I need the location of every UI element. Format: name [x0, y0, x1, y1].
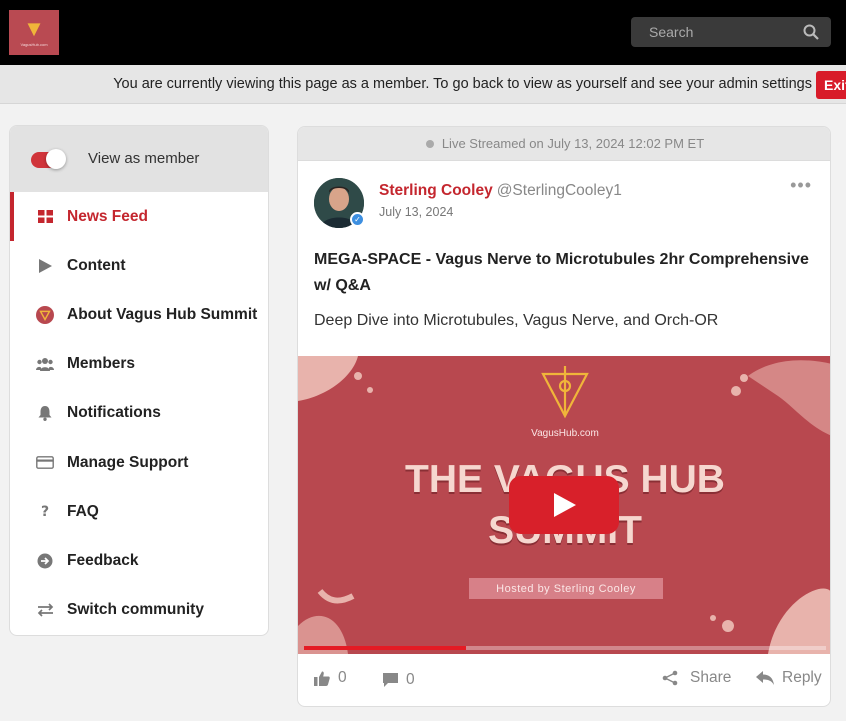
live-dot-icon — [425, 139, 434, 148]
more-options-icon[interactable]: ••• — [790, 175, 812, 196]
verified-badge-icon: ✓ — [350, 212, 365, 227]
view-as-member-panel: View as member — [10, 126, 268, 192]
sidebar-item-faq[interactable]: ? FAQ — [10, 487, 268, 536]
thumbs-up-icon — [314, 671, 330, 686]
post-date: July 13, 2024 — [379, 205, 454, 219]
post-card: Live Streamed on July 13, 2024 12:02 PM … — [297, 126, 831, 707]
grid-icon — [36, 208, 54, 226]
video-brand-text: VagusHub.com — [531, 428, 599, 439]
share-button[interactable]: Share — [662, 669, 731, 687]
play-button[interactable] — [509, 476, 619, 534]
reply-button[interactable]: Reply — [756, 669, 822, 687]
post-title: MEGA-SPACE - Vagus Nerve to Microtubules… — [314, 251, 809, 294]
sidebar-item-news-feed[interactable]: News Feed — [10, 192, 268, 242]
sidebar-item-label: Switch community — [67, 601, 204, 619]
sidebar-nav: News Feed Content About Vagus Hub Summit… — [10, 192, 268, 635]
comment-icon — [383, 672, 398, 687]
share-label: Share — [690, 669, 732, 686]
like-button[interactable]: 0 — [314, 669, 347, 687]
top-bar: ▼ VagusHub.com — [0, 0, 846, 65]
sidebar-item-notifications[interactable]: Notifications — [10, 389, 268, 438]
sidebar-item-label: Manage Support — [67, 453, 189, 471]
sidebar-item-label: News Feed — [67, 207, 148, 225]
sidebar-item-label: FAQ — [67, 502, 99, 520]
post-description: Deep Dive into Microtubules, Vagus Nerve… — [314, 312, 719, 329]
comment-count: 0 — [406, 671, 415, 688]
view-as-member-banner: You are currently viewing this page as a… — [0, 65, 846, 104]
comment-button[interactable]: 0 — [383, 671, 415, 689]
sidebar-item-manage-support[interactable]: Manage Support — [10, 438, 268, 487]
sidebar-item-label: Feedback — [67, 551, 139, 569]
sidebar-item-switch-community[interactable]: Switch community — [10, 586, 268, 635]
arrow-circle-icon — [36, 552, 54, 570]
sidebar-item-label: Members — [67, 355, 136, 373]
view-as-member-toggle[interactable] — [31, 149, 66, 169]
play-icon — [36, 257, 54, 275]
people-icon — [36, 355, 54, 373]
reply-arrow-icon — [756, 671, 774, 685]
sidebar-item-label: Notifications — [67, 404, 161, 422]
video-hosted-by: Hosted by Sterling Cooley — [469, 578, 663, 599]
author-name[interactable]: Sterling Cooley — [379, 182, 493, 199]
live-stream-label: Live Streamed on July 13, 2024 12:02 PM … — [441, 136, 705, 151]
video-progress-bar[interactable] — [304, 646, 826, 650]
exit-button[interactable]: Exit — [816, 71, 846, 99]
post-actions: 0 0 Share Reply — [298, 654, 830, 706]
banner-message: You are currently viewing this page as a… — [113, 76, 812, 92]
sidebar: View as member News Feed Content About V… — [9, 125, 269, 636]
sidebar-item-content[interactable]: Content — [10, 241, 268, 290]
reply-label: Reply — [782, 669, 822, 686]
sidebar-item-feedback[interactable]: Feedback — [10, 536, 268, 585]
logo-text: VagusHub.com — [20, 42, 48, 47]
swap-icon — [36, 601, 54, 619]
sidebar-item-label: Content — [67, 256, 126, 274]
video-player[interactable]: VagusHub.com THE VAGUS HUB SUMMIT Hosted… — [298, 356, 830, 654]
sidebar-item-members[interactable]: Members — [10, 340, 268, 389]
author-handle: @SterlingCooley1 — [496, 182, 622, 199]
search-input[interactable] — [631, 17, 801, 47]
sidebar-item-about[interactable]: About Vagus Hub Summit — [10, 290, 268, 339]
post-author: Sterling Cooley @SterlingCooley1 — [379, 182, 622, 200]
community-logo-icon — [36, 305, 54, 324]
vagus-logo-icon: ▼ — [23, 16, 45, 41]
question-icon: ? — [40, 503, 50, 520]
sidebar-item-label: About Vagus Hub Summit — [67, 305, 258, 323]
search-icon[interactable] — [803, 24, 819, 40]
community-logo[interactable]: ▼ VagusHub.com — [9, 10, 59, 55]
credit-card-icon — [36, 454, 54, 472]
bell-icon — [36, 404, 54, 422]
video-progress-fill — [304, 646, 466, 650]
view-as-member-label: View as member — [88, 150, 200, 167]
search-box[interactable] — [631, 17, 831, 47]
share-icon — [662, 670, 678, 686]
live-stream-banner: Live Streamed on July 13, 2024 12:02 PM … — [298, 127, 830, 161]
like-count: 0 — [338, 669, 347, 686]
